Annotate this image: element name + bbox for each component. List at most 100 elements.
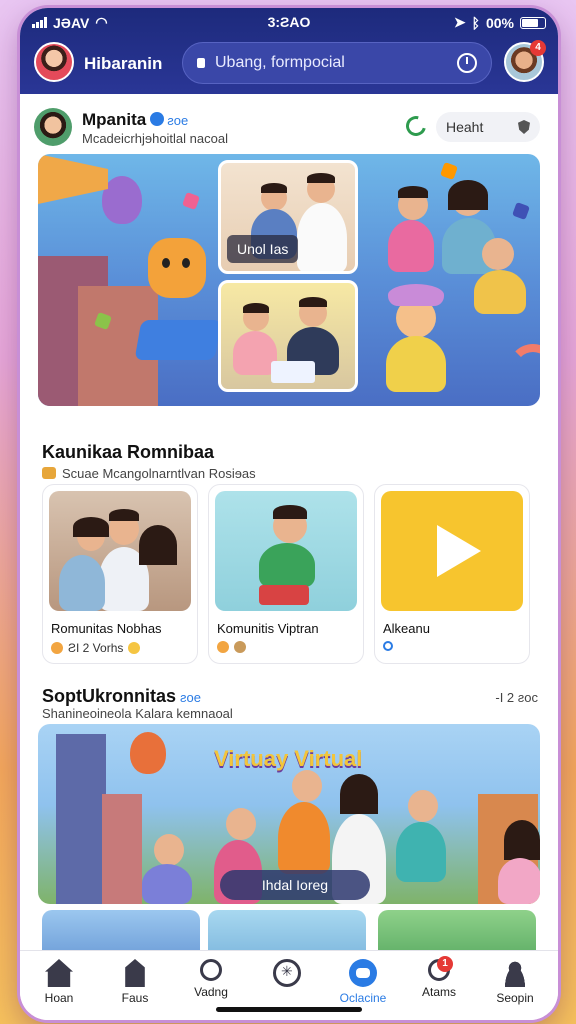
person-hair <box>398 186 428 198</box>
tablet-illustration <box>134 320 222 360</box>
nav-label: Oclacine <box>339 991 387 1005</box>
card-image-family <box>49 491 191 611</box>
nav-label: Faus <box>121 991 149 1005</box>
person-hair <box>109 509 139 521</box>
card-title: Alkeanu <box>383 621 430 636</box>
nav-item-home[interactable]: Hoan <box>28 959 90 1015</box>
reaction-icon <box>217 641 229 653</box>
community-cards: Romunitas Nobhas ƧI 2 Vorhs Komunitis Vi… <box>42 484 542 664</box>
building-illustration <box>102 794 142 904</box>
phone-frame: JƏAV ◠ 3:ƧAO ➤ ᛒ 00% Hibaranin Ubang, fo… <box>20 8 558 1020</box>
shield-icon <box>518 120 530 134</box>
person-body <box>278 802 330 874</box>
reaction-icon <box>51 642 63 654</box>
chip-label: Heaht <box>446 119 484 135</box>
balloon-illustration <box>102 176 142 224</box>
profile-name-row[interactable]: Mpanita ƨoe <box>82 110 188 130</box>
sparkle-icon <box>512 202 530 220</box>
group-icon <box>42 467 56 479</box>
search-icon <box>200 959 222 981</box>
nav-item-store[interactable]: Faus <box>104 959 166 1015</box>
battery-percent: 00% <box>485 14 514 31</box>
award-icon <box>234 641 246 653</box>
compass-icon <box>273 959 301 987</box>
home-indicator[interactable] <box>216 1007 362 1012</box>
location-icon: ➤ <box>453 14 466 30</box>
profile-strip: Mpanita ƨoe Mcadeicrhjɘhoitlal nacoal Hea… <box>20 98 558 154</box>
nav-label: Hoan <box>44 991 74 1005</box>
person-head <box>292 770 322 802</box>
nav-item-profile[interactable]: Seopin <box>484 959 546 1015</box>
notification-badge: 4 <box>530 40 546 56</box>
nav-item-alerts[interactable]: 1 Atams <box>408 956 470 1015</box>
person-legs <box>259 585 309 605</box>
section-title-text: SoptUkronnitas <box>42 686 177 706</box>
bottom-nav: Hoan Faus Vadng Oclacine 1 Atams Seopin <box>20 950 558 1020</box>
search-bar[interactable]: Ubang, formpocial <box>182 42 492 84</box>
section-tag: ƨoe <box>180 690 201 705</box>
virtual-banner[interactable]: Virtuay Virtual Ihdal Ioreg <box>38 724 540 904</box>
person-hair <box>307 173 335 183</box>
link-icon[interactable] <box>402 112 430 140</box>
top-bar: JƏAV ◠ 3:ƧAO ➤ ᛒ 00% Hibaranin Ubang, fo… <box>20 8 558 94</box>
section-meta: -I 2 ƨoc <box>495 690 538 705</box>
card-meta <box>217 641 246 653</box>
alert-icon: 1 <box>428 956 453 981</box>
timer-icon[interactable] <box>457 53 477 73</box>
app-header: Hibaranin Ubang, formpocial 4 <box>20 40 558 88</box>
play-icon[interactable] <box>437 525 481 577</box>
card-title: Komunitis Viptran <box>217 621 319 636</box>
card-image-boy <box>215 491 357 611</box>
person-body <box>474 270 526 314</box>
person-hair <box>340 774 378 814</box>
user-avatar[interactable]: 4 <box>504 40 546 82</box>
community-card[interactable]: Alkeanu <box>374 484 530 664</box>
laptop-illustration <box>271 361 315 383</box>
person-head <box>408 790 438 822</box>
card-meta: ƧI 2 Vorhs <box>51 641 141 655</box>
lock-icon <box>197 58 205 68</box>
profile-name: Mpanita <box>82 110 147 129</box>
person-hair <box>299 297 327 307</box>
subtitle-text: Scuae Mcangolnarntlvan Rosiɘas <box>62 466 256 481</box>
person-hair <box>448 180 488 210</box>
app-logo-avatar[interactable] <box>34 42 74 82</box>
status-bar: JƏAV ◠ 3:ƧAO ➤ ᛒ 00% <box>20 12 558 34</box>
nav-label: Atams <box>421 985 456 999</box>
person-hair <box>504 820 540 860</box>
person-body <box>142 864 192 904</box>
section-title-community: Kaunikaa Romnibaa <box>42 442 215 462</box>
section-title-virtual: SoptUkronnitas ƨoe <box>42 686 201 707</box>
hero-banner[interactable]: Unol Ias <box>38 154 540 406</box>
virtual-banner-title: Virtuay Virtual <box>214 746 363 771</box>
rainbow-illustration <box>508 344 540 394</box>
community-card[interactable]: Komunitis Viptran <box>208 484 364 664</box>
app-name: Hibaranin <box>84 54 163 73</box>
virtual-join-button[interactable]: Ihdal Ioreg <box>220 870 370 900</box>
building-illustration <box>56 734 106 904</box>
hero-photo-kids[interactable] <box>218 280 358 392</box>
search-input[interactable]: Ubang, formpocial <box>215 54 457 72</box>
emoji-icon <box>128 642 141 654</box>
person-hair <box>273 505 307 519</box>
person-body <box>396 822 446 882</box>
profile-icon <box>501 959 529 987</box>
hero-photo-family[interactable]: Unol Ias <box>218 160 358 274</box>
megaphone-icon <box>38 154 108 204</box>
person-hair <box>243 303 269 313</box>
person-body <box>259 543 315 587</box>
section-subtitle-community: Scuae Mcangolnarntlvan Rosiɘas <box>42 466 256 481</box>
balloon-illustration <box>130 732 166 774</box>
home-icon <box>45 959 73 987</box>
sparkle-icon <box>440 162 458 180</box>
profile-avatar[interactable] <box>34 108 72 146</box>
chat-icon <box>349 959 377 987</box>
person-hair <box>73 517 109 537</box>
bluetooth-icon: ᛒ <box>471 14 480 31</box>
person-hair <box>261 183 287 193</box>
health-chip[interactable]: Heaht <box>436 112 540 142</box>
community-card[interactable]: Romunitas Nobhas ƧI 2 Vorhs <box>42 484 198 664</box>
profile-subtitle: Mcadeicrhjɘhoitlal nacoal <box>82 131 228 146</box>
hat-illustration <box>388 284 444 306</box>
person-body <box>297 203 347 271</box>
